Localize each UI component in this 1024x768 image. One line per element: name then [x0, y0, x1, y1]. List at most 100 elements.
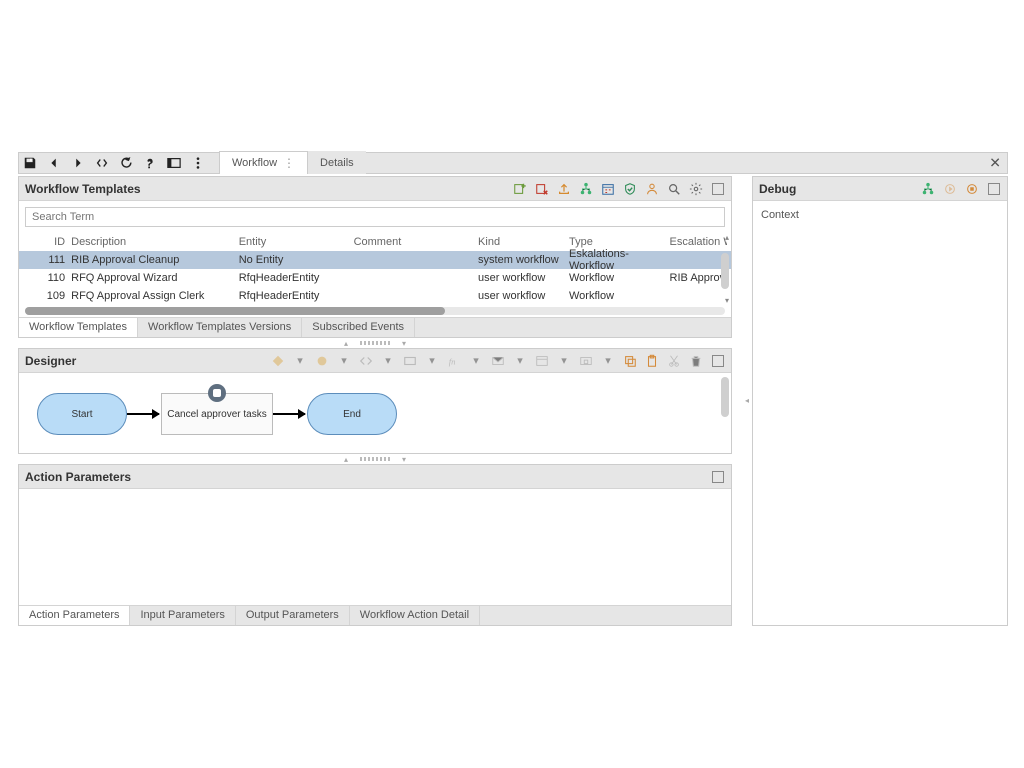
- debug-stop-icon[interactable]: [965, 182, 979, 196]
- maximize-icon[interactable]: [711, 182, 725, 196]
- debug-context-label: Context: [761, 209, 799, 221]
- btab-output-parameters[interactable]: Output Parameters: [236, 606, 350, 625]
- btab-workflow-action-detail[interactable]: Workflow Action Detail: [350, 606, 480, 625]
- dropdown-icon[interactable]: ▾: [513, 354, 527, 368]
- layout-icon[interactable]: [167, 156, 181, 170]
- btab-action-parameters[interactable]: Action Parameters: [19, 606, 130, 625]
- designer-tool-window-icon[interactable]: [535, 354, 549, 368]
- help-icon[interactable]: [143, 156, 157, 170]
- tab-workflow-label: Workflow: [232, 157, 277, 169]
- horizontal-scrollbar[interactable]: [25, 307, 725, 315]
- maximize-icon[interactable]: [711, 470, 725, 484]
- col-type[interactable]: Type: [569, 236, 670, 248]
- svg-text:fn: fn: [449, 356, 456, 366]
- tab-strip: Workflow ⋮ Details: [219, 152, 366, 174]
- end-node[interactable]: End: [307, 393, 397, 435]
- designer-tool-fn-icon[interactable]: fn: [447, 354, 461, 368]
- close-icon[interactable]: ✕: [989, 155, 1001, 172]
- designer-canvas[interactable]: Start Cancel approver tasks End: [19, 373, 731, 453]
- flow-arrow[interactable]: [273, 413, 305, 415]
- col-description[interactable]: Description: [71, 236, 239, 248]
- table-row[interactable]: 111 RIB Approval Cleanup No Entity syste…: [19, 251, 731, 269]
- designer-tool-rect-icon[interactable]: [403, 354, 417, 368]
- start-node[interactable]: Start: [37, 393, 127, 435]
- dropdown-icon[interactable]: ▾: [601, 354, 615, 368]
- debug-panel: Debug Context: [752, 176, 1008, 626]
- designer-vertical-scrollbar[interactable]: [721, 377, 729, 417]
- kebab-menu-icon[interactable]: [191, 156, 205, 170]
- debug-hierarchy-icon[interactable]: [921, 182, 935, 196]
- templates-grid: ID Description Entity Comment Kind Type …: [19, 233, 731, 317]
- designer-tool-circle-icon[interactable]: [315, 354, 329, 368]
- table-row[interactable]: 109 RFQ Approval Assign Clerk RfqHeaderE…: [19, 287, 731, 305]
- designer-tool-sub-icon[interactable]: [579, 354, 593, 368]
- dropdown-icon[interactable]: ▾: [293, 354, 307, 368]
- dropdown-icon[interactable]: ▾: [337, 354, 351, 368]
- action-parameters-body: [19, 489, 731, 605]
- designer-panel: Designer ▾ ▾ ▾ ▾ fn ▾ ▾: [18, 348, 732, 454]
- col-kind[interactable]: Kind: [478, 236, 569, 248]
- templates-bottom-tabs: Workflow Templates Workflow Templates Ve…: [19, 317, 731, 337]
- table-row[interactable]: 110 RFQ Approval Wizard RfqHeaderEntity …: [19, 269, 731, 287]
- col-id[interactable]: ID: [23, 236, 71, 248]
- validate-icon[interactable]: [623, 182, 637, 196]
- navigate-icon[interactable]: [95, 156, 109, 170]
- hierarchy-icon[interactable]: [579, 182, 593, 196]
- tab-details[interactable]: Details: [308, 151, 366, 174]
- debug-step-icon[interactable]: [943, 182, 957, 196]
- workflow-templates-title: Workflow Templates: [25, 182, 141, 196]
- save-icon[interactable]: [23, 156, 37, 170]
- workflow-templates-panel: Workflow Templates: [18, 176, 732, 338]
- search-icon[interactable]: [667, 182, 681, 196]
- calendar-icon[interactable]: [601, 182, 615, 196]
- tab-details-label: Details: [320, 157, 354, 169]
- debug-title: Debug: [759, 182, 796, 196]
- delete-record-icon[interactable]: [535, 182, 549, 196]
- action-parameters-panel: Action Parameters Action Parameters Inpu…: [18, 464, 732, 626]
- action-parameters-title: Action Parameters: [25, 470, 131, 484]
- btab-versions[interactable]: Workflow Templates Versions: [138, 318, 302, 337]
- maximize-icon[interactable]: [711, 354, 725, 368]
- prev-icon[interactable]: [47, 156, 61, 170]
- side-splitter[interactable]: ◂: [742, 174, 752, 626]
- dropdown-icon[interactable]: ▾: [425, 354, 439, 368]
- copy-icon[interactable]: [623, 354, 637, 368]
- splitter-handle[interactable]: ▴▾: [18, 338, 732, 348]
- designer-tool-mail-icon[interactable]: [491, 354, 505, 368]
- flow-arrow[interactable]: [127, 413, 159, 415]
- tab-workflow[interactable]: Workflow ⋮: [219, 151, 308, 174]
- designer-tool-code-icon[interactable]: [359, 354, 373, 368]
- vertical-scrollbar[interactable]: [719, 233, 729, 303]
- paste-icon[interactable]: [645, 354, 659, 368]
- col-entity[interactable]: Entity: [239, 236, 354, 248]
- app-container: Workflow ⋮ Details ✕ Workflow Templates: [18, 152, 1008, 626]
- scroll-down-icon[interactable]: ▾: [725, 296, 729, 305]
- task-badge-icon: [208, 384, 226, 402]
- tab-workflow-menu-icon[interactable]: ⋮: [283, 156, 295, 170]
- dropdown-icon[interactable]: ▾: [469, 354, 483, 368]
- btab-input-parameters[interactable]: Input Parameters: [130, 606, 235, 625]
- btab-subscribed[interactable]: Subscribed Events: [302, 318, 415, 337]
- debug-body: Context: [753, 201, 1007, 229]
- col-comment[interactable]: Comment: [354, 236, 478, 248]
- search-input-wrapper: [25, 207, 725, 227]
- settings-icon[interactable]: [689, 182, 703, 196]
- splitter-handle[interactable]: ▴▾: [18, 454, 732, 464]
- refresh-icon[interactable]: [119, 156, 133, 170]
- action-parameters-bottom-tabs: Action Parameters Input Parameters Outpu…: [19, 605, 731, 625]
- delete-icon[interactable]: [689, 354, 703, 368]
- search-input[interactable]: [26, 208, 724, 226]
- upload-icon[interactable]: [557, 182, 571, 196]
- next-icon[interactable]: [71, 156, 85, 170]
- top-toolbar: Workflow ⋮ Details ✕: [18, 152, 1008, 174]
- dropdown-icon[interactable]: ▾: [557, 354, 571, 368]
- btab-templates[interactable]: Workflow Templates: [19, 318, 138, 337]
- dropdown-icon[interactable]: ▾: [381, 354, 395, 368]
- new-record-icon[interactable]: [513, 182, 527, 196]
- maximize-icon[interactable]: [987, 182, 1001, 196]
- cut-icon[interactable]: [667, 354, 681, 368]
- designer-tool-diamond-icon[interactable]: [271, 354, 285, 368]
- user-icon[interactable]: [645, 182, 659, 196]
- designer-title: Designer: [25, 354, 76, 368]
- task-node[interactable]: Cancel approver tasks: [161, 393, 273, 435]
